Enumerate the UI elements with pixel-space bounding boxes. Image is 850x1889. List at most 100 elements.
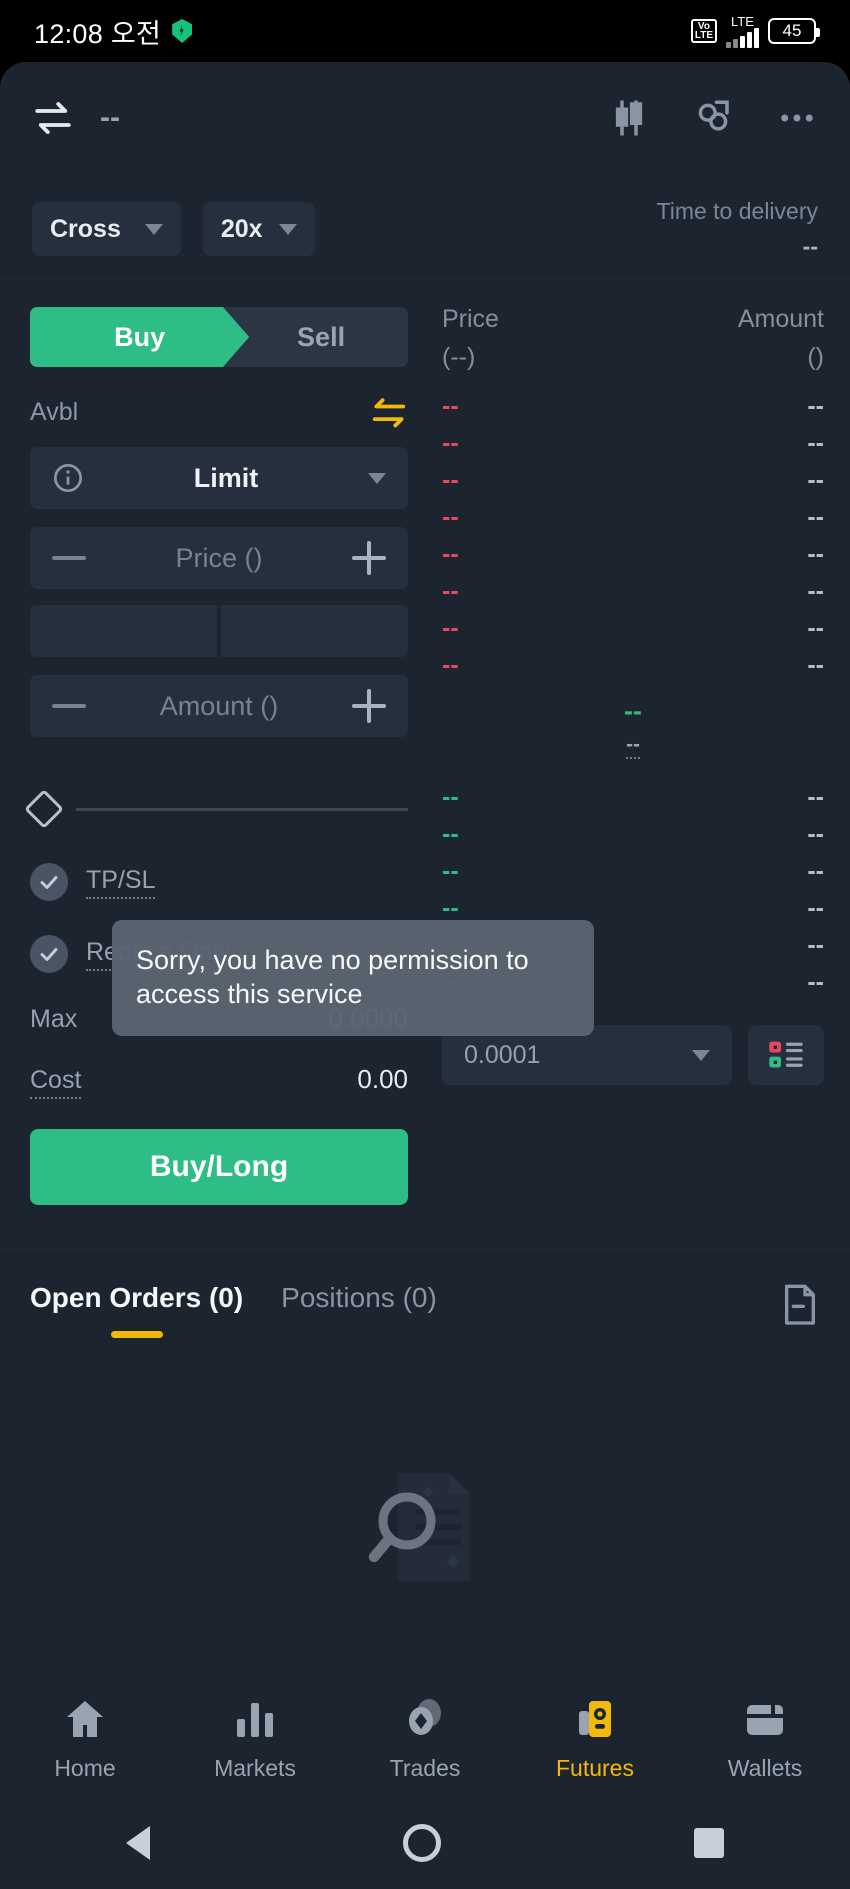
submit-order-button[interactable]: Buy/Long	[30, 1129, 408, 1205]
calculator-icon[interactable]	[692, 97, 734, 139]
trade-body: Buy Sell Avbl Limit Price () Amount () T…	[0, 279, 850, 1205]
tab-open-orders[interactable]: Open Orders (0)	[30, 1282, 243, 1328]
order-book-row[interactable]: -- --	[442, 647, 824, 684]
nav-label: Home	[54, 1754, 116, 1781]
home-icon	[61, 1695, 109, 1743]
order-book-row[interactable]: -- --	[442, 499, 824, 536]
order-book-row[interactable]: -- --	[442, 816, 824, 853]
margin-mode-selector[interactable]: Cross	[32, 202, 181, 256]
status-bar-left: 12:08 오전	[34, 12, 193, 51]
nav-item-home[interactable]: Home	[0, 1695, 170, 1782]
order-book-amount: --	[807, 857, 824, 885]
nav-label: Trades	[389, 1754, 461, 1781]
nav-item-markets[interactable]: Markets	[170, 1695, 340, 1782]
check-circle-icon[interactable]	[30, 863, 68, 901]
order-type-selector[interactable]: Limit	[30, 447, 408, 509]
margin-mode-label: Cross	[50, 214, 121, 243]
order-history-icon[interactable]	[780, 1283, 820, 1327]
order-book-row[interactable]: -- --	[442, 853, 824, 890]
order-book-amount: --	[807, 466, 824, 494]
futures-icon	[571, 1695, 619, 1743]
order-book-amount: --	[807, 651, 824, 679]
check-circle-icon[interactable]	[30, 935, 68, 973]
app-top-bar: --	[0, 62, 850, 174]
android-back-icon[interactable]	[126, 1826, 151, 1860]
order-book-price: --	[442, 503, 459, 531]
mark-price: --	[626, 733, 640, 759]
order-book-row[interactable]: -- --	[442, 573, 824, 610]
leverage-selector[interactable]: 20x	[202, 202, 315, 256]
last-price: --	[624, 696, 642, 726]
markets-bars-icon	[231, 1695, 279, 1743]
order-book-amount: --	[807, 540, 824, 568]
slider-track[interactable]	[76, 807, 408, 811]
order-book-mid-price: -- --	[442, 684, 824, 763]
order-book-row[interactable]: -- --	[442, 610, 824, 647]
order-book-row[interactable]: -- --	[442, 388, 824, 425]
swap-arrows-icon[interactable]	[32, 97, 74, 139]
order-book-amount: --	[807, 503, 824, 531]
battery-level: 45	[782, 21, 802, 40]
trading-pair-label[interactable]: --	[100, 101, 120, 135]
order-book-asks: -- -- -- -- -- -- -- -- -- -- -- -- -- -- -- --	[442, 388, 824, 684]
tick-size-value: 0.0001	[464, 1040, 541, 1069]
amount-input-row[interactable]: Amount ()	[30, 675, 408, 737]
amount-input[interactable]: Amount ()	[86, 691, 352, 722]
tab-positions[interactable]: Positions (0)	[281, 1282, 437, 1328]
signal-icon: LTE	[726, 15, 759, 48]
order-form: Buy Sell Avbl Limit Price () Amount () T…	[0, 279, 432, 1205]
buy-tab[interactable]: Buy	[30, 307, 250, 367]
volte-line-2: LTE	[694, 30, 713, 41]
tpsl-label: TP/SL	[86, 866, 156, 899]
order-book-price: --	[442, 651, 459, 679]
price-shortcut-right[interactable]	[221, 605, 408, 657]
order-book-row[interactable]: -- --	[442, 462, 824, 499]
price-input-row[interactable]: Price ()	[30, 527, 408, 589]
android-home-icon[interactable]	[402, 1824, 441, 1862]
minus-icon[interactable]	[52, 704, 86, 708]
tpsl-checkbox-row[interactable]: TP/SL	[30, 863, 408, 901]
price-header-label: Price	[442, 305, 499, 333]
bottom-navigation: Home Markets Trades Futures Wallets	[0, 1679, 850, 1797]
battery-icon: 45	[768, 18, 820, 44]
nav-item-wallets[interactable]: Wallets	[680, 1695, 850, 1782]
buy-sell-toggle: Buy Sell	[30, 307, 408, 367]
order-book-price: --	[442, 577, 459, 605]
price-input[interactable]: Price ()	[86, 543, 352, 574]
top-bar-actions	[608, 97, 818, 139]
order-book-price: --	[442, 857, 459, 885]
info-icon[interactable]	[52, 462, 84, 494]
minus-icon[interactable]	[52, 556, 86, 560]
max-label: Max	[30, 1005, 78, 1033]
amount-slider[interactable]	[24, 789, 408, 829]
slider-handle[interactable]	[24, 789, 64, 829]
nav-item-trades[interactable]: Trades	[340, 1695, 510, 1782]
order-book-price: --	[442, 540, 459, 568]
order-book-row[interactable]: -- --	[442, 425, 824, 462]
more-options-icon[interactable]	[776, 97, 818, 139]
status-bar-right: Vo LTE LTE 45	[690, 15, 820, 48]
order-book-header: Price (--) Amount ()	[442, 305, 824, 372]
transfer-arrows-icon[interactable]	[370, 397, 408, 428]
sell-tab[interactable]: Sell	[234, 307, 408, 367]
order-book-row[interactable]: -- --	[442, 536, 824, 573]
nav-item-futures[interactable]: Futures	[510, 1695, 680, 1782]
time-to-delivery: Time to delivery --	[657, 198, 818, 260]
plus-icon[interactable]	[352, 541, 386, 575]
order-book-row[interactable]: -- --	[442, 779, 824, 816]
plus-icon[interactable]	[352, 689, 386, 723]
orders-tabs: Open Orders (0) Positions (0)	[0, 1250, 850, 1328]
order-book-amount-header: Amount ()	[738, 305, 824, 372]
empty-records-area	[0, 1362, 850, 1692]
orderbook-layout-icon[interactable]	[748, 1025, 824, 1085]
candlestick-chart-icon[interactable]	[608, 97, 650, 139]
android-recents-icon[interactable]	[693, 1828, 724, 1858]
order-book-amount: --	[807, 783, 824, 811]
chevron-down-icon	[368, 472, 386, 484]
cost-row: Cost 0.00	[30, 1064, 408, 1099]
amount-unit-label: ()	[807, 343, 824, 371]
volte-icon: Vo LTE	[690, 19, 717, 43]
price-shortcut-left[interactable]	[30, 605, 217, 657]
price-unit-label: (--)	[442, 343, 476, 371]
price-shortcut-row	[30, 605, 408, 657]
